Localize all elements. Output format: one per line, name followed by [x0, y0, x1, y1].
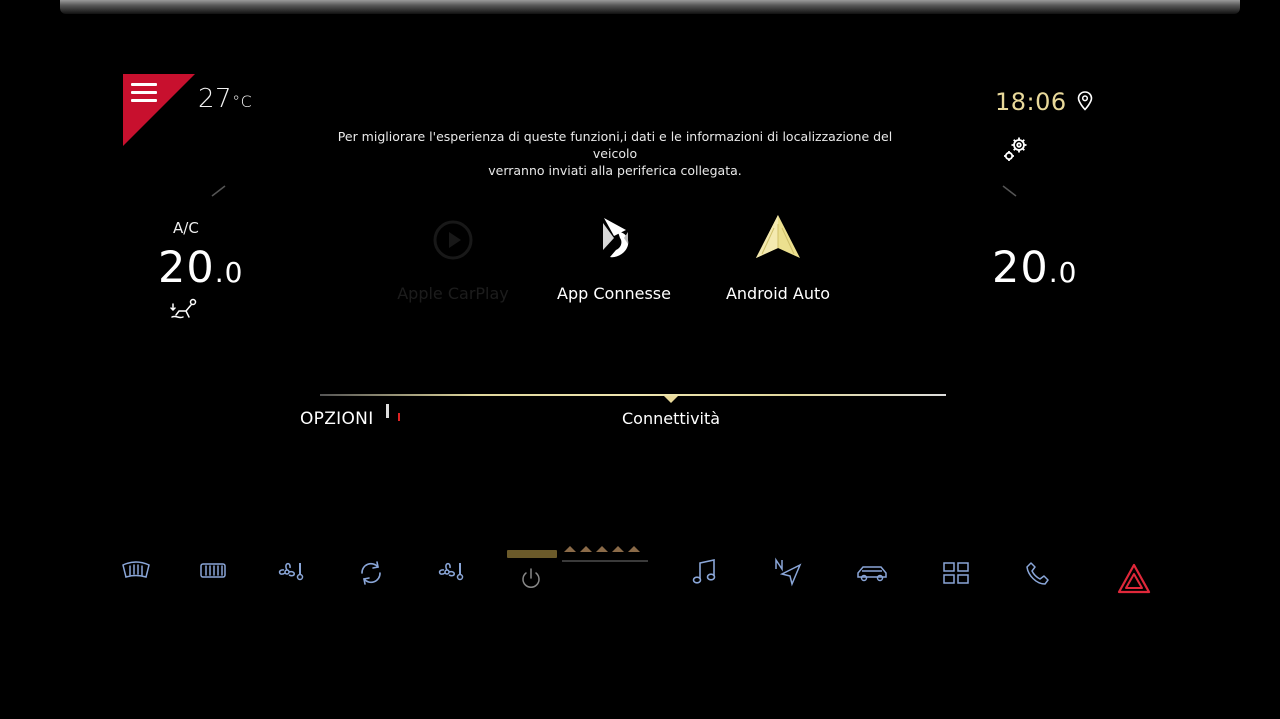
outside-temp-unit: °C — [232, 92, 253, 111]
music-icon — [692, 559, 716, 584]
tab-divider — [320, 394, 946, 396]
seat-airflow-icon[interactable] — [170, 298, 200, 320]
phone-icon — [1026, 562, 1049, 585]
dock-decoration — [562, 546, 648, 562]
hazard-button[interactable] — [1116, 563, 1152, 595]
right-temp-dec: .0 — [1048, 256, 1078, 289]
vehicle-button[interactable] — [854, 557, 890, 589]
hazard-icon — [1117, 563, 1151, 594]
left-temperature[interactable]: 20.0 — [158, 243, 243, 293]
apps-grid-icon — [943, 562, 969, 584]
right-temp-int: 20 — [992, 243, 1049, 293]
app-label: Apple CarPlay — [397, 284, 509, 303]
right-temperature[interactable]: 20.0 — [992, 243, 1077, 293]
options-marker-red — [398, 413, 400, 421]
ds-logo-icon — [603, 218, 629, 258]
options-marker — [386, 404, 389, 418]
screen-bezel — [60, 0, 1240, 14]
menu-button[interactable] — [123, 74, 195, 146]
location-pin-icon[interactable] — [1077, 91, 1093, 111]
frame-corner-right — [1002, 185, 1017, 197]
navigation-button[interactable] — [770, 557, 806, 589]
app-tile-connected-apps[interactable]: App Connesse — [539, 210, 689, 303]
left-temp-int: 20 — [158, 243, 215, 293]
fan-temperature-icon — [278, 562, 304, 581]
left-temp-dec: .0 — [214, 256, 244, 289]
app-tile-carplay[interactable]: Apple CarPlay — [378, 210, 528, 303]
navigation-icon — [775, 557, 802, 587]
recirculation-button[interactable] — [353, 557, 389, 589]
fan-temp-button-1[interactable] — [273, 557, 309, 589]
apps-grid-button[interactable] — [938, 557, 974, 589]
front-defrost-icon — [122, 561, 150, 578]
carplay-icon — [433, 220, 473, 260]
connectivity-notice: Per migliorare l'esperienza di queste fu… — [315, 128, 915, 179]
music-button[interactable] — [687, 557, 723, 589]
active-tab-pointer — [664, 396, 678, 403]
power-icon — [522, 568, 540, 588]
rear-defrost-button[interactable] — [195, 557, 231, 589]
car-icon — [857, 566, 887, 582]
dock-indicator — [507, 550, 557, 558]
power-button[interactable] — [513, 563, 549, 595]
front-defrost-button[interactable] — [118, 557, 154, 589]
app-label: App Connesse — [557, 284, 671, 303]
app-tile-android-auto[interactable]: Android Auto — [703, 210, 853, 303]
tab-options[interactable]: OPZIONI — [300, 409, 374, 429]
ac-label[interactable]: A/C — [173, 219, 199, 237]
air-recirculation-icon — [361, 561, 381, 585]
tab-connectivity[interactable]: Connettività — [622, 409, 720, 428]
fan-temperature-icon — [438, 562, 464, 581]
fan-temp-button-2[interactable] — [433, 557, 469, 589]
outside-temperature: 27°C — [198, 84, 252, 114]
outside-temp-value: 27 — [198, 84, 233, 114]
hamburger-icon — [131, 83, 157, 107]
frame-corner-left — [211, 185, 226, 197]
rear-defrost-icon — [200, 563, 226, 578]
clock: 18:06 — [995, 88, 1067, 116]
phone-button[interactable] — [1019, 557, 1055, 589]
notice-line-2: verranno inviati alla periferica collega… — [488, 163, 742, 178]
infotainment-screen: 27°C 18:06 Per migliorare l'esperienza d… — [0, 0, 1280, 719]
notice-line-1: Per migliorare l'esperienza di queste fu… — [337, 129, 893, 161]
app-label: Android Auto — [725, 284, 831, 303]
android-auto-icon — [756, 215, 800, 258]
settings-gear-icon[interactable] — [1001, 134, 1031, 164]
